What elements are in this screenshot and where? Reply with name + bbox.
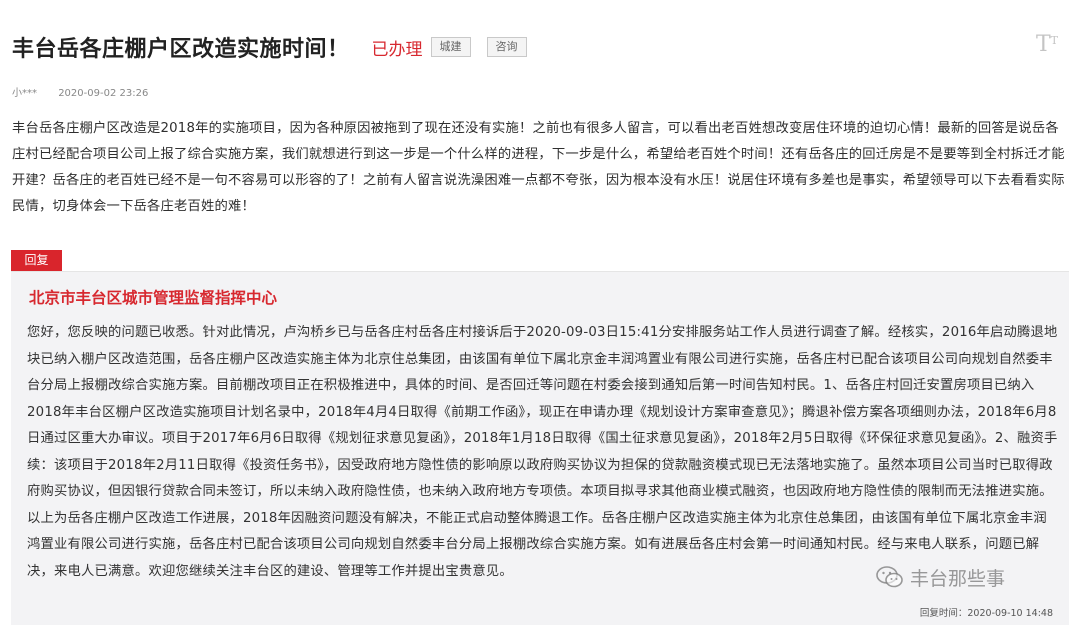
reply-time: 回复时间：2020-09-10 14:48 (919, 608, 1053, 619)
font-toggle-small-glyph: T (1050, 34, 1059, 47)
font-toggle-glyph: T (1035, 32, 1051, 57)
page-header: 丰台岳各庄棚户区改造实施时间！ 已办理 城建 咨询 TT (12, 30, 1068, 64)
watermark-text: 丰台那些事 (910, 567, 1006, 590)
wechat-icon (876, 566, 903, 588)
post-datetime: 2020-09-02 23:26 (58, 88, 149, 99)
reply-text: 您好，您反映的问题已收悉。针对此情况，卢沟桥乡已与岳各庄村岳各庄村接诉后于202… (27, 325, 1058, 579)
status-badge: 已办理 (371, 39, 423, 60)
post-content: 丰台岳各庄棚户区改造是2018年的实施项目，因为各种原因被拖到了现在还没有实施！… (12, 121, 1065, 214)
tag-category[interactable]: 城建 (430, 37, 471, 57)
reply-tab: 回复 (11, 250, 62, 271)
post-meta: 小*** 2020-09-02 23:26 (12, 84, 148, 99)
tag-type[interactable]: 咨询 (486, 37, 527, 57)
font-size-toggle-icon[interactable]: TT (1032, 32, 1062, 58)
reply-organization: 北京市丰台区城市管理监督指挥中心 (29, 289, 278, 307)
post-author: 小*** (12, 88, 37, 99)
watermark: 丰台那些事 (876, 560, 1005, 594)
page-title: 丰台岳各庄棚户区改造实施时间！ (12, 37, 350, 62)
